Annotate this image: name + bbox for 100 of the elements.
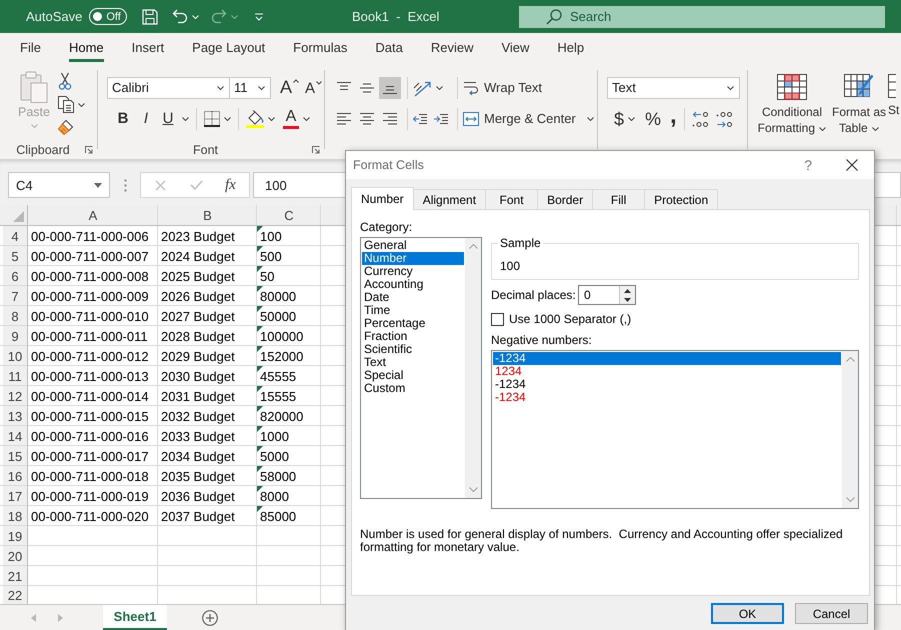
ribbon-tab[interactable]: Help bbox=[557, 33, 584, 62]
format-as-table-button[interactable]: Format as Table bbox=[830, 74, 888, 136]
cell-styles-button[interactable]: St bbox=[888, 74, 900, 118]
row-header[interactable]: 11 bbox=[3, 366, 28, 386]
column-header[interactable]: C bbox=[257, 205, 321, 226]
decrease-indent-icon[interactable] bbox=[412, 112, 428, 124]
caret-icon[interactable] bbox=[224, 116, 231, 120]
row-header[interactable]: 18 bbox=[3, 506, 28, 526]
column-header[interactable]: B bbox=[158, 205, 257, 226]
ribbon-tab[interactable]: View bbox=[501, 33, 530, 62]
caret-icon[interactable] bbox=[303, 116, 310, 120]
category-item[interactable]: Percentage bbox=[362, 317, 464, 330]
category-item[interactable]: Currency bbox=[362, 265, 464, 278]
caret-icon[interactable] bbox=[217, 86, 224, 90]
row-header[interactable]: 12 bbox=[3, 386, 28, 406]
caret-icon[interactable] bbox=[586, 116, 594, 120]
category-item[interactable]: Scientific bbox=[362, 343, 464, 356]
row-header[interactable]: 7 bbox=[3, 286, 28, 306]
negative-numbers-list[interactable]: -1234 1234 -1234 -1234 bbox=[491, 350, 859, 509]
row-header[interactable]: 16 bbox=[3, 466, 28, 486]
scissors-icon[interactable] bbox=[58, 72, 72, 90]
ribbon-tab[interactable]: File bbox=[20, 33, 41, 62]
category-list[interactable]: General Number Currency Accounting Date Time Percentage Fraction Scientific Text Special Custom bbox=[360, 237, 482, 499]
underline-button[interactable]: U bbox=[158, 110, 178, 127]
row-header[interactable]: 6 bbox=[3, 266, 28, 286]
dialog-button[interactable]: Cancel bbox=[795, 603, 868, 624]
undo-icon[interactable] bbox=[172, 9, 188, 24]
checkbox[interactable] bbox=[491, 312, 504, 326]
increase-indent-icon[interactable] bbox=[433, 112, 449, 124]
close-icon[interactable] bbox=[846, 159, 858, 171]
row-header[interactable]: 22 bbox=[3, 586, 28, 604]
dialog-tab[interactable]: Protection bbox=[644, 189, 718, 209]
paint-bucket-icon[interactable] bbox=[246, 110, 264, 128]
category-item[interactable]: Special bbox=[362, 369, 464, 382]
category-item[interactable]: Custom bbox=[362, 382, 464, 395]
row-header[interactable]: 5 bbox=[3, 246, 28, 266]
ribbon-tab[interactable]: Page Layout bbox=[192, 33, 266, 62]
autosave-toggle[interactable]: Off bbox=[89, 8, 128, 25]
bold-button[interactable]: B bbox=[113, 110, 133, 127]
row-header[interactable]: 15 bbox=[3, 446, 28, 466]
ribbon-tab[interactable]: Insert bbox=[132, 33, 164, 62]
row-header[interactable]: 14 bbox=[3, 426, 28, 446]
row-header[interactable]: 21 bbox=[3, 566, 28, 586]
caret-icon[interactable] bbox=[182, 116, 189, 120]
align-bottom-button[interactable] bbox=[379, 76, 401, 98]
customize-icon[interactable] bbox=[254, 12, 264, 20]
caret-icon[interactable] bbox=[628, 116, 636, 120]
number-format-field[interactable]: Text bbox=[607, 76, 740, 98]
row-header[interactable]: 8 bbox=[3, 306, 28, 326]
checkbox-label[interactable]: Use 1000 Separator (,) bbox=[509, 312, 632, 326]
conditional-formatting-button[interactable]: Conditional Formatting bbox=[756, 74, 828, 136]
increase-decimal-icon[interactable] bbox=[692, 110, 710, 128]
help-button[interactable]: ? bbox=[804, 157, 812, 173]
ribbon-tab[interactable]: Review bbox=[430, 33, 474, 62]
add-sheet-icon[interactable] bbox=[202, 610, 218, 626]
decrease-decimal-icon[interactable] bbox=[716, 110, 734, 128]
shrink-font-button[interactable]: A bbox=[305, 78, 322, 97]
negative-number-item[interactable]: -1234 bbox=[493, 352, 841, 365]
decimal-places-spinner[interactable]: 0 bbox=[578, 285, 636, 305]
category-item[interactable]: Text bbox=[362, 356, 464, 369]
caret-icon[interactable] bbox=[258, 86, 265, 90]
row-header[interactable]: 13 bbox=[3, 406, 28, 426]
dialog-launcher-icon[interactable] bbox=[312, 146, 320, 154]
negative-number-item[interactable]: -1234 bbox=[493, 391, 841, 404]
category-item[interactable]: Fraction bbox=[362, 330, 464, 343]
caret-icon[interactable] bbox=[727, 86, 734, 90]
row-header[interactable]: 19 bbox=[3, 526, 28, 546]
caret-icon[interactable] bbox=[436, 86, 443, 90]
ribbon-tab[interactable]: Data bbox=[375, 33, 403, 62]
negative-number-item[interactable]: 1234 bbox=[493, 365, 841, 378]
currency-button[interactable]: $ bbox=[614, 108, 624, 130]
row-header[interactable]: 9 bbox=[3, 326, 28, 346]
search-field[interactable]: Search bbox=[519, 6, 885, 28]
caret-icon[interactable] bbox=[268, 116, 275, 120]
category-item[interactable]: Date bbox=[362, 291, 464, 304]
ribbon-tab[interactable]: Home bbox=[68, 33, 104, 62]
merge-center-button[interactable]: Merge & Center bbox=[463, 111, 594, 126]
font-size-field[interactable]: 11 bbox=[229, 76, 271, 98]
font-color-button[interactable]: A bbox=[283, 108, 299, 128]
dialog-button[interactable]: OK bbox=[711, 603, 784, 624]
paintbrush-icon[interactable] bbox=[58, 119, 74, 135]
wrap-text-button[interactable]: Wrap Text bbox=[463, 80, 542, 96]
dialog-tab[interactable]: Alignment bbox=[412, 189, 486, 209]
save-icon[interactable] bbox=[142, 8, 158, 24]
negative-number-item[interactable]: -1234 bbox=[493, 378, 841, 391]
italic-button[interactable]: I bbox=[136, 110, 156, 127]
row-header[interactable]: 4 bbox=[3, 226, 28, 246]
insert-function-button[interactable]: fx bbox=[225, 176, 236, 194]
sheet-tab[interactable]: Sheet1 bbox=[103, 605, 167, 630]
caret-icon[interactable] bbox=[78, 102, 85, 106]
category-item[interactable]: Number bbox=[362, 252, 464, 265]
row-header[interactable]: 17 bbox=[3, 486, 28, 506]
category-item[interactable]: Time bbox=[362, 304, 464, 317]
spin-down-icon[interactable] bbox=[624, 298, 631, 302]
column-header[interactable]: A bbox=[28, 205, 158, 226]
dialog-launcher-icon[interactable] bbox=[85, 146, 93, 154]
name-box[interactable]: C4 bbox=[8, 172, 110, 198]
row-header[interactable]: 20 bbox=[3, 546, 28, 566]
category-item[interactable]: General bbox=[362, 239, 464, 252]
font-name-field[interactable]: Calibri bbox=[107, 76, 230, 98]
